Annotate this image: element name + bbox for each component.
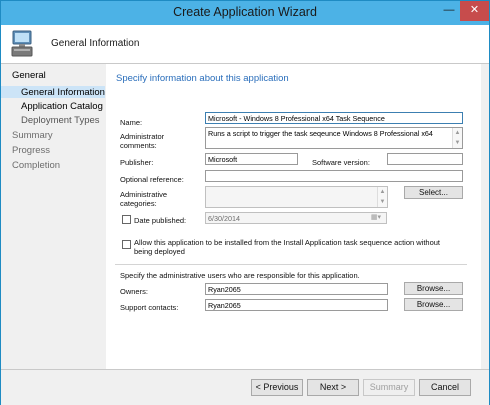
summary-button[interactable]: Summary — [363, 379, 415, 396]
nav-item-application-catalog[interactable]: Application Catalog — [21, 101, 105, 112]
owners-browse-button[interactable]: Browse... — [404, 282, 463, 295]
nav-item-deployment-types[interactable]: Deployment Types — [21, 115, 100, 126]
section-heading: Specify information about this applicati… — [116, 73, 289, 84]
date-published-checkbox[interactable] — [122, 215, 131, 224]
minimize-button[interactable]: — — [438, 1, 460, 21]
nav-item-summary[interactable]: Summary — [12, 130, 53, 141]
allow-install-label-line2: being deployed — [134, 247, 185, 256]
next-button[interactable]: Next > — [307, 379, 359, 396]
publisher-input[interactable]: Microsoft — [205, 153, 298, 165]
support-contacts-browse-button[interactable]: Browse... — [404, 298, 463, 311]
admin-categories-scrollbar[interactable]: ▲ ▼ — [377, 187, 387, 207]
admin-categories-label-line1: Administrative — [120, 190, 168, 199]
calendar-dropdown-icon[interactable]: ▦▾ — [367, 213, 385, 223]
name-label: Name: — [120, 118, 143, 127]
title-bar: Create Application Wizard — ✕ — [1, 1, 489, 25]
nav-item-general[interactable]: General — [12, 70, 46, 81]
date-published-label: Date published: — [134, 216, 187, 225]
admin-categories-label-line2: categories: — [120, 199, 157, 208]
wizard-window: Create Application Wizard — ✕ General In… — [0, 0, 490, 405]
nav-item-progress[interactable]: Progress — [12, 145, 50, 156]
owners-label: Owners: — [120, 287, 148, 296]
admin-comments-scrollbar[interactable]: ▲ ▼ — [452, 128, 462, 148]
computer-icon — [10, 30, 36, 58]
allow-install-label-line1: Allow this application to be installed f… — [134, 238, 441, 247]
admin-comments-input[interactable]: Runs a script to trigger the task seqeun… — [205, 127, 463, 149]
optional-reference-input[interactable] — [205, 170, 463, 182]
wizard-footer — [1, 369, 489, 405]
name-input[interactable]: Microsoft - Windows 8 Professional x64 T… — [205, 112, 463, 124]
close-button[interactable]: ✕ — [460, 1, 489, 21]
admin-comments-label-line2: comments: — [120, 141, 157, 150]
software-version-input[interactable] — [387, 153, 463, 165]
publisher-label: Publisher: — [120, 158, 154, 167]
date-published-input[interactable]: 6/30/2014 — [205, 212, 387, 224]
page-title: General Information — [51, 38, 140, 49]
admin-comments-label-line1: Administrator — [120, 132, 165, 141]
owners-input[interactable]: Ryan2065 — [205, 283, 388, 295]
admin-categories-list[interactable] — [205, 186, 388, 208]
window-title: Create Application Wizard — [173, 5, 317, 19]
support-contacts-input[interactable]: Ryan2065 — [205, 299, 388, 311]
admin-users-instructions: Specify the administrative users who are… — [120, 271, 360, 280]
previous-button[interactable]: < Previous — [251, 379, 303, 396]
allow-install-checkbox[interactable] — [122, 240, 131, 249]
optional-reference-label: Optional reference: — [120, 175, 184, 184]
wizard-header: General Information — [1, 25, 489, 64]
separator — [115, 264, 467, 265]
cancel-button[interactable]: Cancel — [419, 379, 471, 396]
nav-item-completion[interactable]: Completion — [12, 160, 60, 171]
select-categories-button[interactable]: Select... — [404, 186, 463, 199]
support-contacts-label: Support contacts: — [120, 303, 179, 312]
nav-item-general-information[interactable]: General Information — [21, 87, 105, 98]
software-version-label: Software version: — [312, 158, 370, 167]
